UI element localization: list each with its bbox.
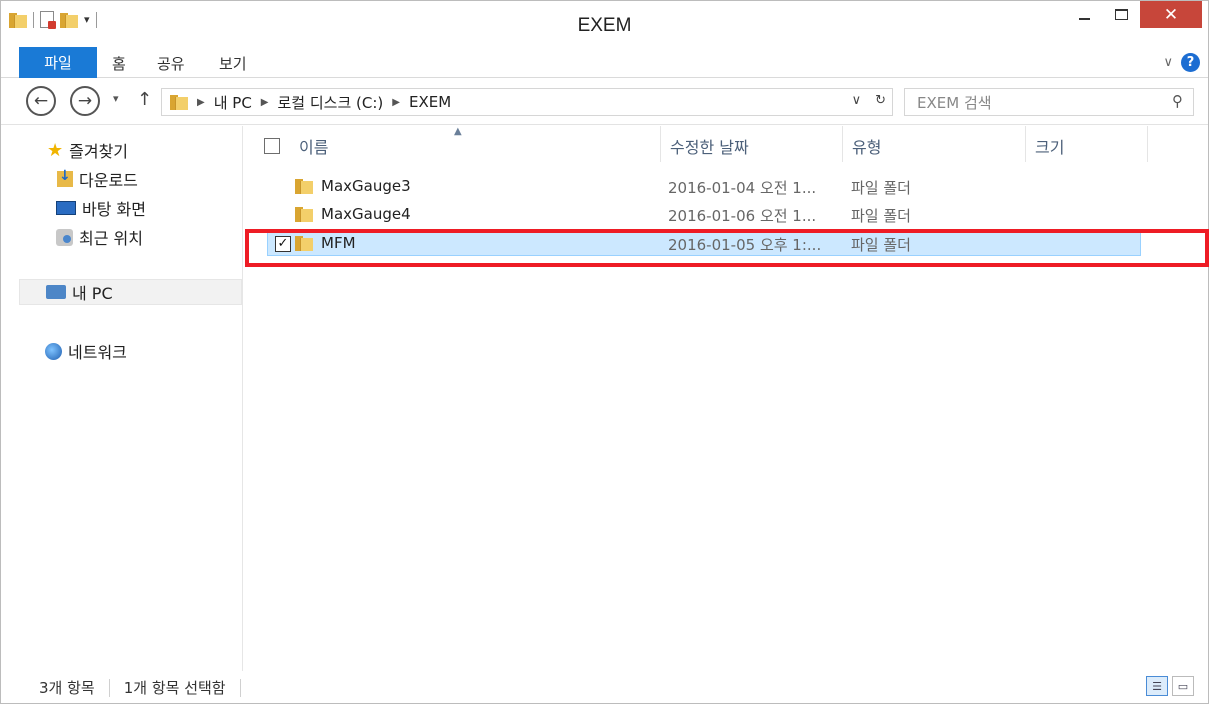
selection-count: 1개 항목 선택함 [123,679,226,697]
details-view-icon[interactable]: ☰ [1146,676,1168,696]
window-title: EXEM [577,15,632,36]
breadcrumb-local-disk[interactable]: 로컬 디스크 (C:) [278,92,384,113]
minimize-icon [1079,17,1090,20]
close-icon: ✕ [1163,4,1179,25]
address-history-dropdown-icon[interactable]: ∨ [852,93,862,108]
tab-home[interactable]: 홈 [112,49,126,78]
up-arrow-icon[interactable]: ↑ [137,89,152,110]
file-row[interactable]: MaxGauge3 2016-01-04 오전 1... 파일 폴더 [267,175,1141,200]
file-name-cell: MaxGauge3 [295,177,411,195]
address-controls: ∨ ↻ [852,93,886,108]
tab-share[interactable]: 공유 [157,49,185,78]
column-divider[interactable] [660,126,661,162]
window-controls: ✕ [1066,1,1202,28]
breadcrumb-exem[interactable]: EXEM [409,93,451,111]
view-switcher: ☰ ▭ [1146,676,1194,696]
navigation-pane: ★ 즐겨찾기 다운로드 바탕 화면 최근 위치 내 PC 네트워크 [1,126,243,671]
column-divider[interactable] [1147,126,1148,162]
folder-icon [295,206,313,222]
network-icon [45,342,62,360]
ribbon-controls: ∨ ? [1163,53,1200,72]
file-date: 2016-01-06 오전 1... [668,207,817,225]
back-arrow-icon: ← [33,91,49,111]
file-name: MaxGauge3 [321,177,411,195]
ribbon-tabs: 파일 홈 공유 보기 ∨ ? [1,45,1208,78]
folder-icon [295,178,313,194]
breadcrumb-separator-icon[interactable]: ▶ [392,97,400,108]
column-header-name[interactable]: 이름 [299,126,328,166]
column-header-type[interactable]: 유형 [852,126,881,166]
nav-item-label: 네트워크 [68,343,127,362]
nav-item-recent-places[interactable]: 최근 위치 [56,224,143,250]
large-icons-view-icon[interactable]: ▭ [1172,676,1194,696]
navigation-bar: ← → ▾ ↑ ▶ 내 PC ▶ 로컬 디스크 (C:) ▶ EXEM ∨ ↻ … [1,79,1208,125]
explorer-window: ▾ EXEM ✕ 파일 홈 공유 보기 ∨ ? ← → ▾ ↑ ▶ 내 PC ▶… [0,0,1209,704]
status-divider [239,678,241,697]
nav-item-label: 다운로드 [79,171,138,190]
breadcrumb-this-pc[interactable]: 내 PC [214,92,252,113]
tab-view[interactable]: 보기 [219,49,247,78]
forward-button[interactable]: → [70,86,100,116]
column-header-date[interactable]: 수정한 날짜 [670,126,749,166]
search-placeholder: EXEM 검색 [917,93,992,112]
nav-item-label: 내 PC [72,284,113,303]
title-bar: ▾ EXEM ✕ [1,1,1208,45]
file-list: ▲ 이름 수정한 날짜 유형 크기 MaxGauge3 2016-01-04 오… [244,126,1208,671]
file-name-cell: MaxGauge4 [295,205,411,223]
recent-locations-dropdown-icon[interactable]: ▾ [113,92,119,105]
file-type: 파일 폴더 [851,179,911,197]
back-button[interactable]: ← [26,86,56,116]
nav-item-label: 바탕 화면 [82,200,146,219]
column-header-size[interactable]: 크기 [1035,126,1064,166]
maximize-button[interactable] [1103,1,1140,28]
status-bar: 3개 항목 1개 항목 선택함 ☰ ▭ [1,672,1208,703]
maximize-icon [1115,9,1128,20]
help-icon[interactable]: ? [1181,53,1200,72]
minimize-button[interactable] [1066,1,1103,28]
refresh-icon[interactable]: ↻ [875,93,886,108]
sort-ascending-icon: ▲ [454,126,462,137]
column-divider[interactable] [1025,126,1026,162]
file-name: MaxGauge4 [321,205,411,223]
nav-item-label: 최근 위치 [79,229,143,248]
desktop-icon [56,201,76,215]
breadcrumb-separator-icon[interactable]: ▶ [261,97,269,108]
downloads-icon [57,168,73,187]
nav-item-label: 즐겨찾기 [69,142,129,161]
address-bar[interactable]: ▶ 내 PC ▶ 로컬 디스크 (C:) ▶ EXEM ∨ ↻ [161,88,893,116]
item-count: 3개 항목 [39,679,95,697]
select-all-checkbox[interactable] [264,138,280,154]
nav-item-desktop[interactable]: 바탕 화면 [56,195,146,221]
computer-icon [46,285,66,299]
star-icon: ★ [47,139,64,161]
recent-places-icon [56,228,73,246]
close-button[interactable]: ✕ [1140,1,1202,28]
folder-icon [170,94,188,110]
tab-file[interactable]: 파일 [19,47,97,78]
breadcrumb-separator-icon[interactable]: ▶ [197,97,205,108]
nav-item-favorites[interactable]: ★ 즐겨찾기 [47,137,128,163]
nav-item-network[interactable]: 네트워크 [45,338,127,364]
file-row[interactable]: MaxGauge4 2016-01-06 오전 1... 파일 폴더 [267,203,1141,228]
search-input[interactable]: EXEM 검색 ⚲ [904,88,1194,116]
expand-ribbon-icon[interactable]: ∨ [1163,55,1173,70]
column-divider[interactable] [842,126,843,162]
nav-item-this-pc[interactable]: 내 PC [19,279,242,305]
forward-arrow-icon: → [77,91,93,111]
nav-item-downloads[interactable]: 다운로드 [57,166,138,192]
file-date: 2016-01-04 오전 1... [668,179,817,197]
search-icon[interactable]: ⚲ [1172,92,1183,110]
annotation-highlight-box [245,229,1209,267]
file-type: 파일 폴더 [851,207,911,225]
